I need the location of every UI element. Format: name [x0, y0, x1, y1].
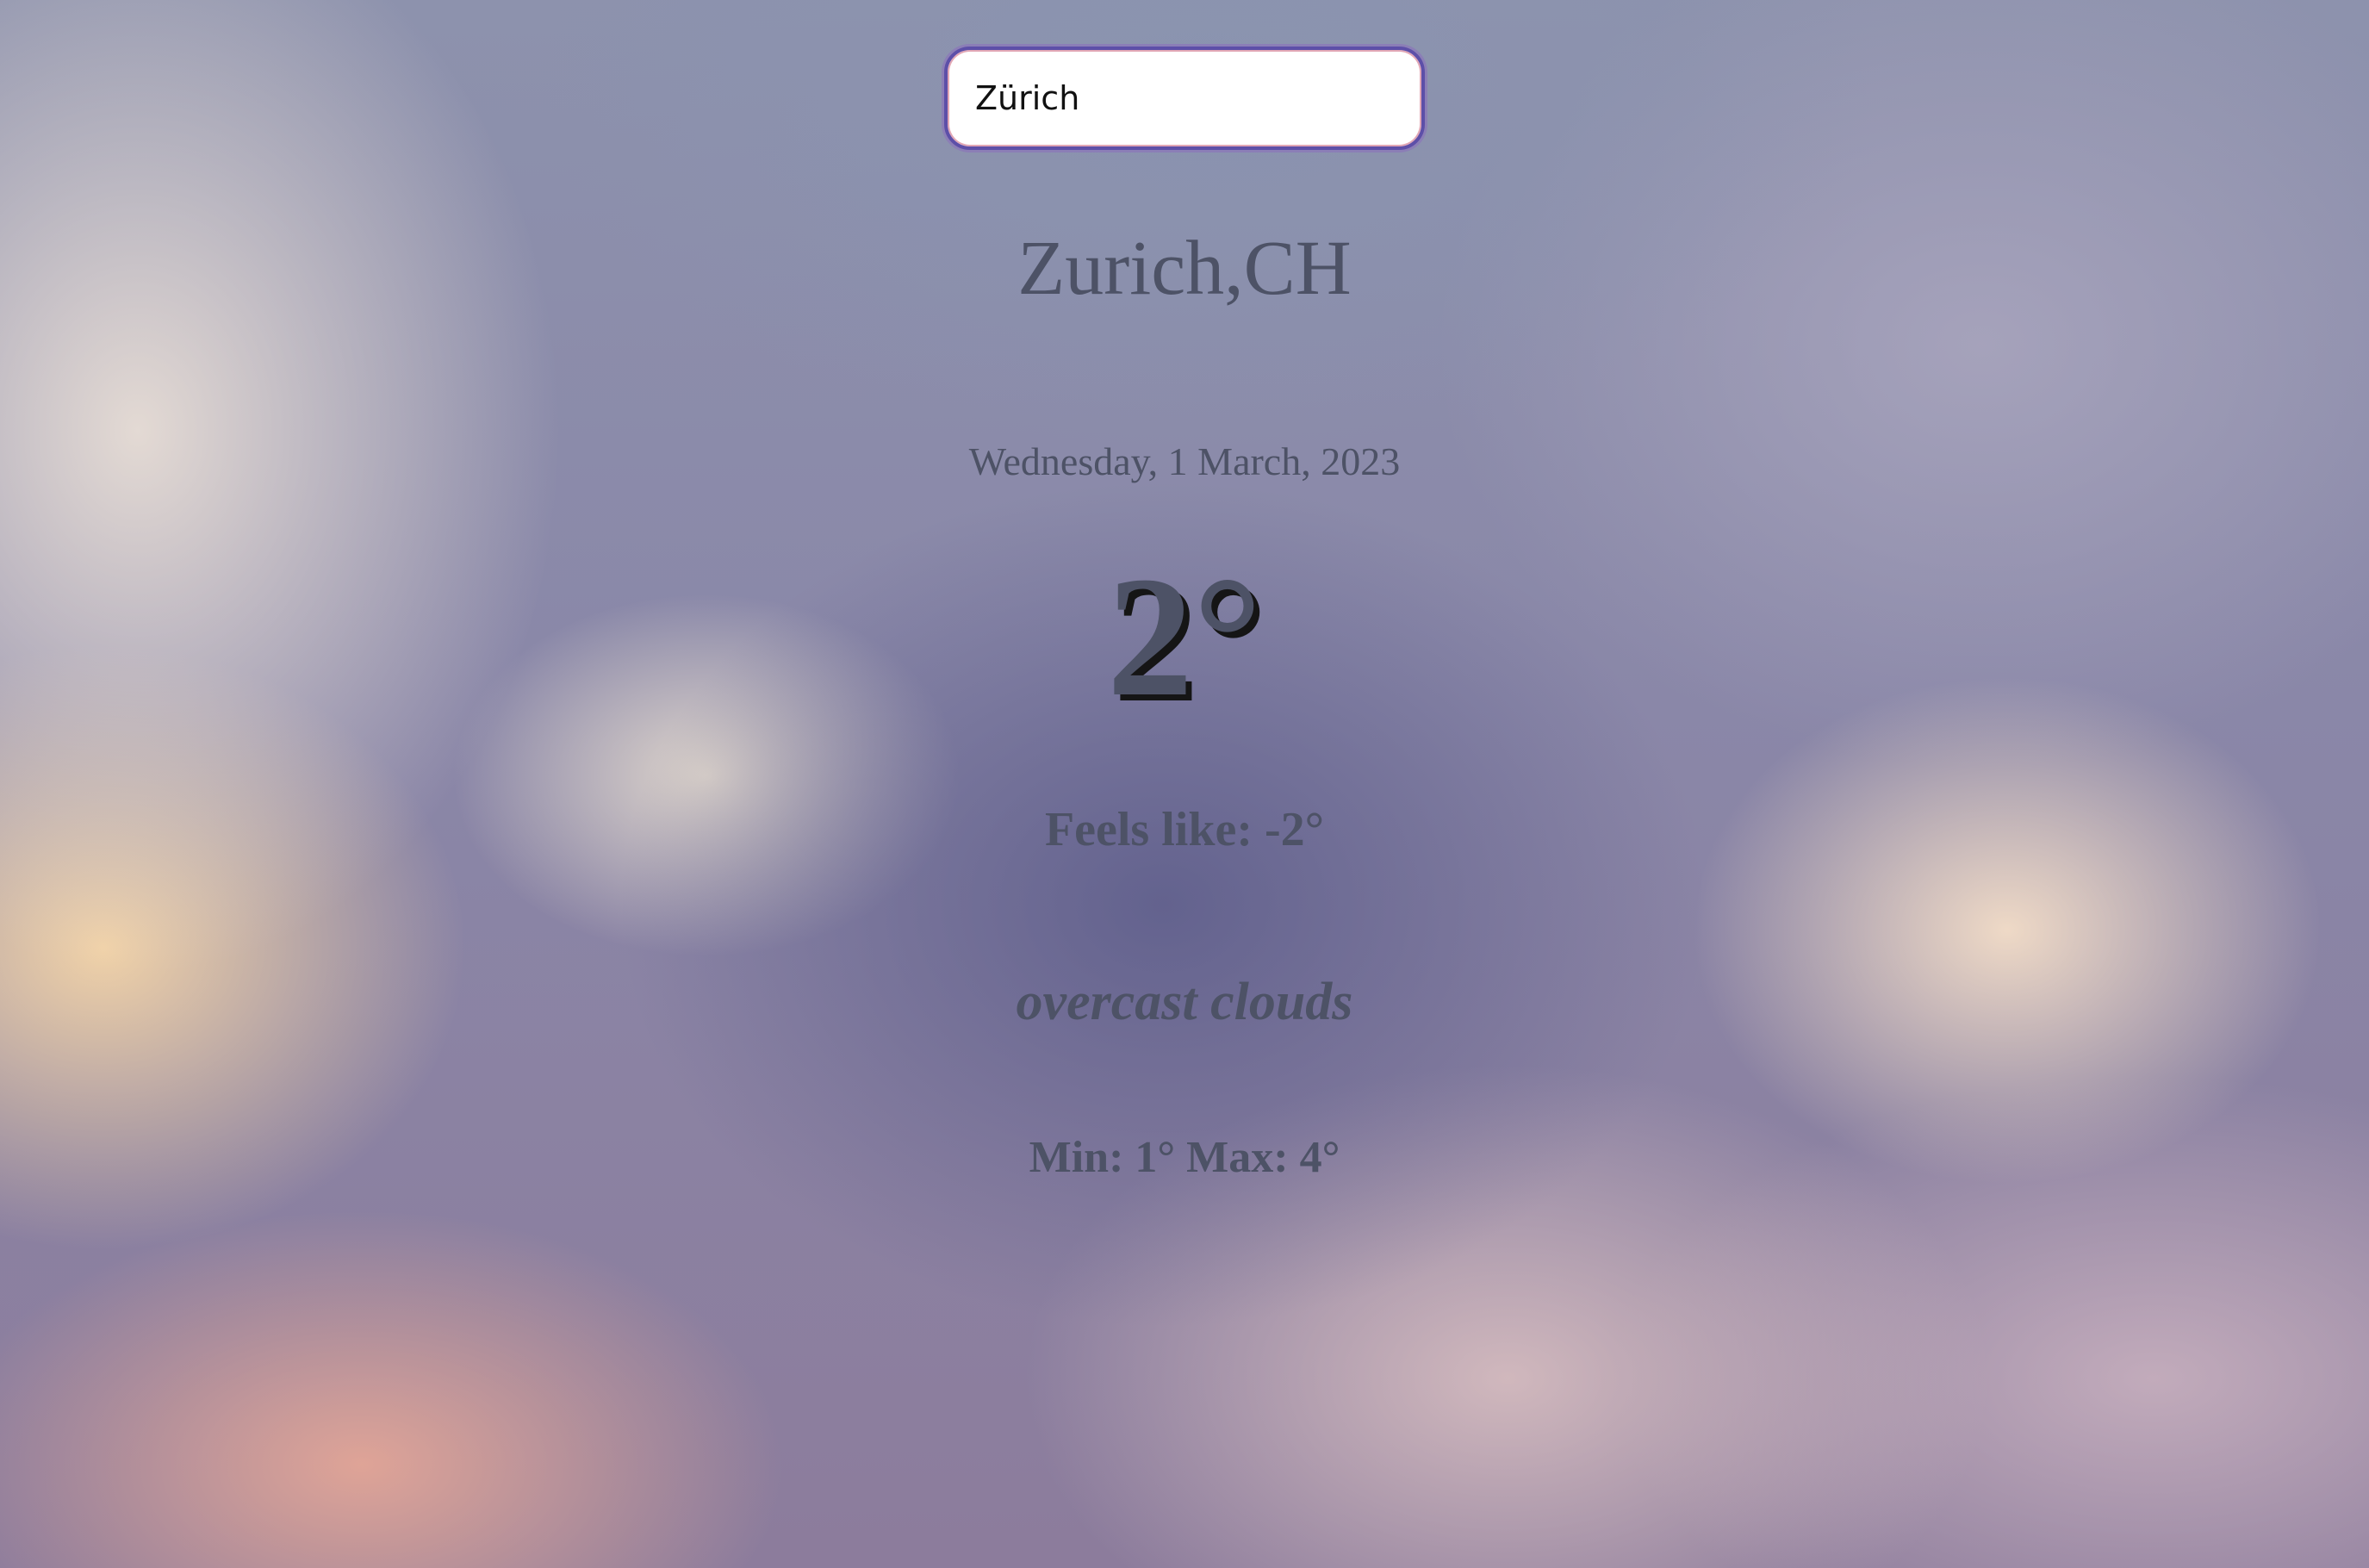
search-input[interactable] — [948, 50, 1421, 146]
weather-description: overcast clouds — [1016, 973, 1353, 1031]
temperature-value: 2° — [1107, 542, 1262, 732]
date-label: Wednesday, 1 March, 2023 — [968, 439, 1401, 483]
search-box[interactable] — [944, 47, 1425, 150]
location-title: Zurich,CH — [1017, 226, 1352, 311]
feels-like-label: Feels like: -2° — [1044, 803, 1325, 856]
min-max-label: Min: 1° Max: 4° — [1029, 1133, 1340, 1182]
